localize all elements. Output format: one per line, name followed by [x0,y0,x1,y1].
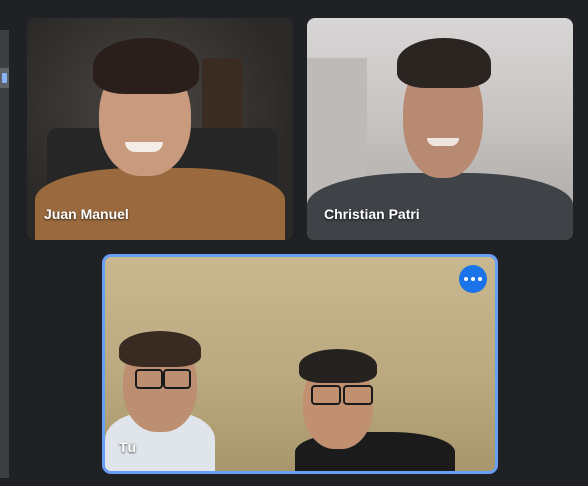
self-video [105,257,495,471]
self-label: Tú [119,439,137,455]
more-options-button[interactable] [459,265,487,293]
side-panel-tab[interactable] [0,68,9,88]
participant-tile-christian-patri[interactable]: Christian Patri [307,18,573,240]
side-panel-edge [0,30,9,478]
more-horizontal-icon-dot [471,277,475,281]
more-horizontal-icon-dot [478,277,482,281]
more-horizontal-icon [464,277,468,281]
participant-name: Juan Manuel [44,206,129,222]
participant-name: Christian Patri [324,206,420,222]
participant-tile-juan-manuel[interactable]: Juan Manuel [27,18,293,240]
self-view-tile[interactable]: Tú [102,254,498,474]
